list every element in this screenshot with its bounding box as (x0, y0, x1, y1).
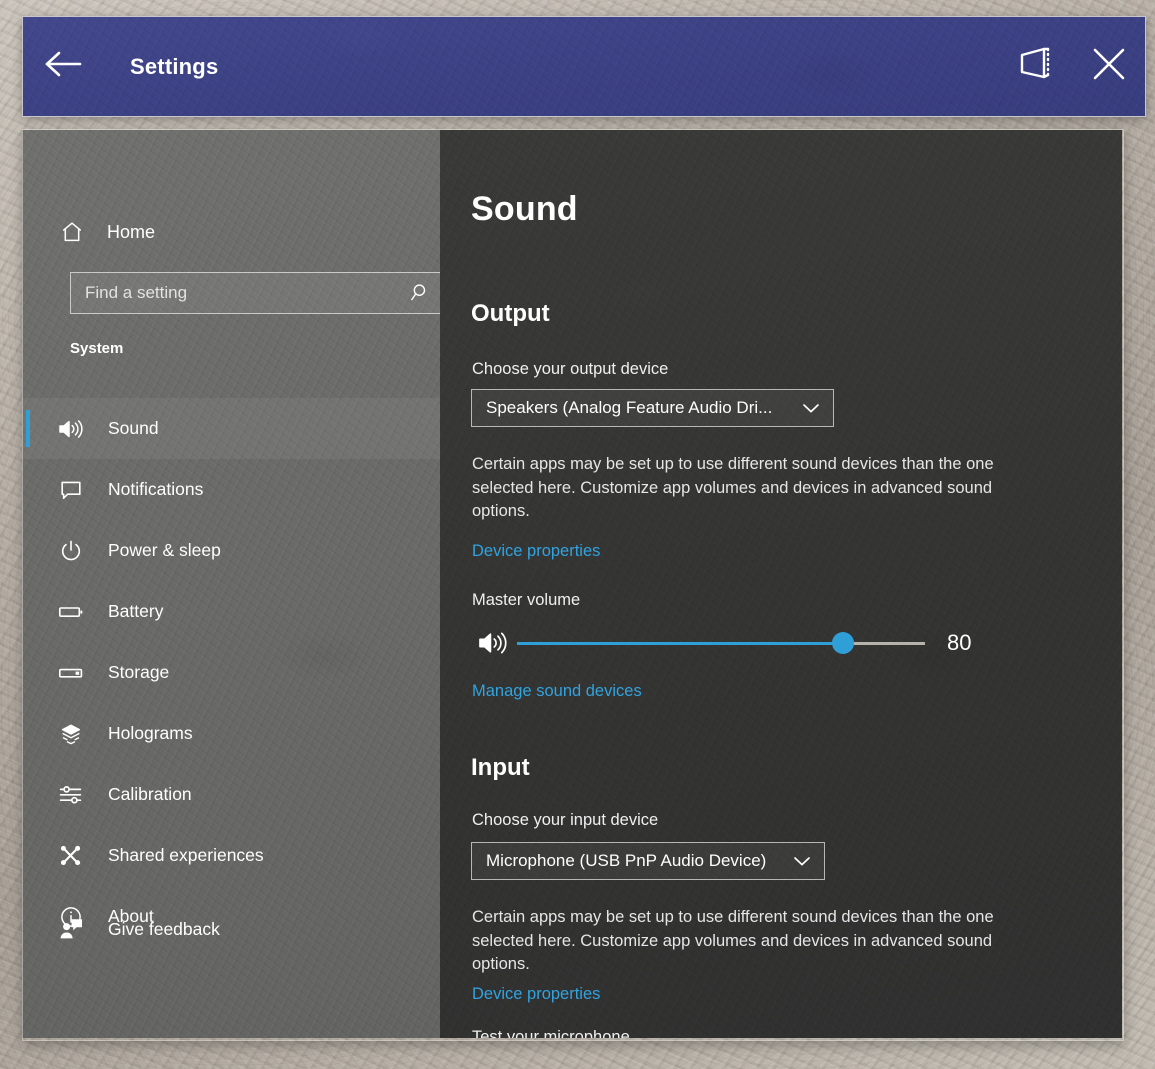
sidebar-group-header: System (70, 340, 123, 357)
app-title-bar: Settings (22, 16, 1146, 117)
back-arrow-icon (44, 49, 82, 84)
search-icon[interactable] (401, 282, 440, 304)
sidebar-item-shared-experiences[interactable]: Shared experiences (22, 825, 440, 886)
input-device-dropdown[interactable]: Microphone (USB PnP Audio Device) (471, 842, 825, 880)
sidebar-item-home-label: Home (107, 222, 155, 243)
test-microphone-label: Test your microphone (472, 1028, 630, 1038)
shared-icon (52, 844, 90, 868)
title-bar-title: Settings (130, 54, 218, 80)
chevron-down-icon (780, 855, 824, 867)
input-device-value: Microphone (USB PnP Audio Device) (472, 851, 780, 871)
output-device-label: Choose your output device (472, 360, 668, 379)
calibration-icon (52, 784, 90, 806)
sidebar-nav-list: Sound Notifications Power & sleep (22, 398, 440, 947)
input-description: Certain apps may be set up to use differ… (472, 906, 1050, 977)
follow-me-icon (1017, 45, 1057, 88)
sidebar-item-give-feedback-label: Give feedback (108, 919, 220, 940)
sidebar-item-battery[interactable]: Battery (22, 581, 440, 642)
sidebar-item-storage-label: Storage (108, 662, 169, 683)
holograms-icon (52, 722, 90, 746)
settings-content-pane: Sound Output Choose your output device S… (440, 130, 1122, 1038)
sidebar-item-sound[interactable]: Sound (22, 398, 440, 459)
search-box[interactable] (70, 272, 440, 314)
output-description: Certain apps may be set up to use differ… (472, 453, 1050, 524)
close-icon (1090, 45, 1128, 88)
input-device-properties-link[interactable]: Device properties (472, 985, 600, 1004)
follow-me-button[interactable] (1001, 17, 1073, 116)
master-volume-value: 80 (947, 630, 971, 656)
settings-sidebar: Home System (22, 130, 440, 1038)
sidebar-item-holograms[interactable]: Holograms (22, 703, 440, 764)
output-device-value: Speakers (Analog Feature Audio Dri... (472, 398, 789, 418)
sidebar-item-sound-label: Sound (108, 418, 159, 439)
manage-sound-devices-link[interactable]: Manage sound devices (472, 682, 642, 701)
master-volume-slider[interactable] (517, 632, 925, 654)
power-icon (52, 539, 90, 563)
speaker-icon[interactable] (471, 630, 515, 656)
sidebar-item-shared-experiences-label: Shared experiences (108, 845, 264, 866)
input-device-label: Choose your input device (472, 811, 658, 830)
storage-icon (52, 664, 90, 682)
sidebar-item-give-feedback[interactable]: Give feedback (52, 905, 432, 953)
battery-icon (52, 603, 90, 621)
sidebar-item-storage[interactable]: Storage (22, 642, 440, 703)
master-volume-row: 80 (471, 625, 1001, 661)
slider-track-fill (517, 642, 843, 645)
sidebar-item-notifications-label: Notifications (108, 479, 203, 500)
sidebar-item-home[interactable]: Home (52, 210, 422, 254)
back-button[interactable] (23, 17, 103, 116)
chevron-down-icon (789, 402, 833, 414)
search-input[interactable] (71, 283, 401, 303)
home-icon (52, 220, 92, 244)
output-device-properties-link[interactable]: Device properties (472, 542, 600, 561)
sidebar-item-notifications[interactable]: Notifications (22, 459, 440, 520)
master-volume-label: Master volume (472, 591, 580, 610)
close-button[interactable] (1073, 17, 1145, 116)
feedback-icon (52, 917, 90, 941)
sidebar-item-power-sleep-label: Power & sleep (108, 540, 221, 561)
output-section-heading: Output (471, 300, 550, 328)
speaker-icon (52, 418, 90, 440)
page-title: Sound (471, 190, 578, 229)
notification-icon (52, 478, 90, 502)
slider-thumb[interactable] (832, 632, 854, 654)
sidebar-item-calibration-label: Calibration (108, 784, 192, 805)
sidebar-item-holograms-label: Holograms (108, 723, 193, 744)
sidebar-item-power-sleep[interactable]: Power & sleep (22, 520, 440, 581)
output-device-dropdown[interactable]: Speakers (Analog Feature Audio Dri... (471, 389, 834, 427)
sidebar-item-battery-label: Battery (108, 601, 163, 622)
input-section-heading: Input (471, 754, 530, 782)
sidebar-item-calibration[interactable]: Calibration (22, 764, 440, 825)
